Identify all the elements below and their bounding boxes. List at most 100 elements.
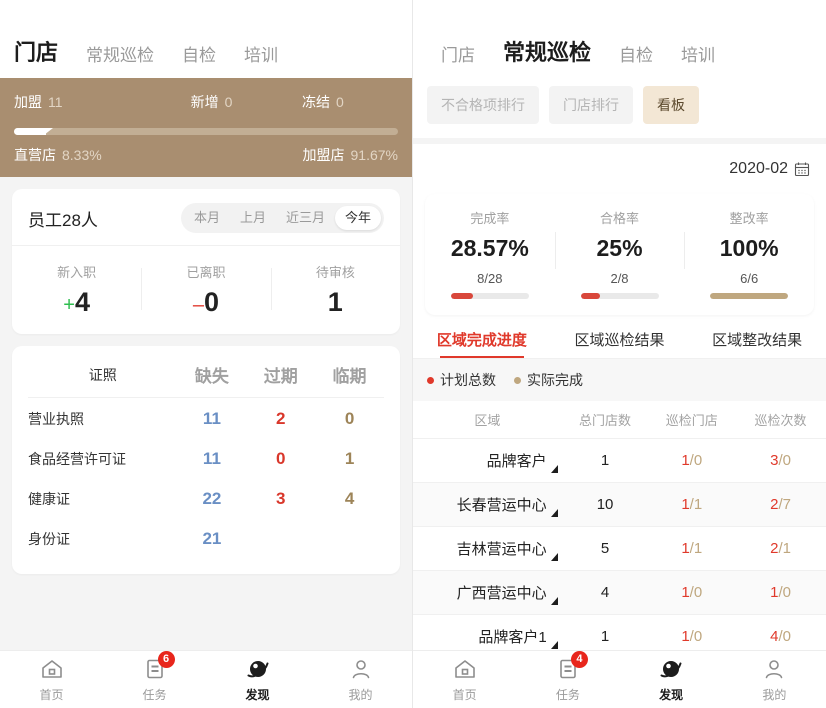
inspected-stores-planned: 1 [681,496,689,513]
region-name: 长春营运中心 [457,494,547,515]
expand-triangle-icon[interactable] [551,465,558,473]
banner-stat-new-value: 0 [225,94,233,110]
expand-triangle-icon[interactable] [551,509,558,517]
table-row[interactable]: 品牌客户 1 1/0 3/0 [413,438,826,482]
left-tab-routine-inspection[interactable]: 常规巡检 [72,47,168,64]
cert-missing-value: 11 [178,449,247,469]
table-row[interactable]: 健康证 22 3 4 [28,478,384,518]
left-tab-training[interactable]: 培训 [230,47,292,64]
subtab-region-rectification-result[interactable]: 区域整改结果 [688,329,826,358]
cert-near-value: 1 [315,449,384,469]
banner-stat-franchise-label: 加盟 [14,92,42,112]
right-tab-store[interactable]: 门店 [427,47,489,64]
date-picker[interactable]: 2020-02 [413,144,826,190]
right-tab-self-inspection[interactable]: 自检 [605,47,667,64]
range-option-this-month[interactable]: 本月 [184,206,230,230]
expand-triangle-icon[interactable] [551,597,558,605]
nav-label-task: 任务 [142,686,166,703]
cert-expired-value: 0 [246,449,315,469]
metric-pass-value: 25% [555,237,685,260]
table-row[interactable]: 广西营运中心 4 1/0 1/0 [413,570,826,614]
nav-item-task[interactable]: 6 任务 [103,657,206,703]
cert-col-expired: 过期 [246,362,315,387]
chip-unqualified-ranking[interactable]: 不合格项排行 [427,86,539,124]
legend-dot-actual-icon [514,377,521,384]
total-stores-cell: 10 [562,496,649,513]
cert-missing-value: 22 [178,489,247,509]
range-option-this-year[interactable]: 今年 [335,206,381,230]
cert-near-value: 4 [315,489,384,509]
inspection-times-cell: 4/0 [735,628,826,645]
subtab-region-inspection-result[interactable]: 区域巡检结果 [551,329,689,358]
calendar-icon[interactable] [794,161,810,177]
legend-label-actual: 实际完成 [527,370,583,390]
col-total-stores: 总门店数 [562,410,649,429]
table-row[interactable]: 食品经营许可证 11 0 1 [28,438,384,478]
employee-stats-row: 新入职 +4 已离职 –0 待审核 1 [12,246,400,334]
table-row[interactable]: 吉林营运中心 5 1/1 2/1 [413,526,826,570]
cert-name: 身份证 [28,529,178,549]
chip-dashboard[interactable]: 看板 [643,86,699,124]
range-option-last-three-months[interactable]: 近三月 [276,206,335,230]
region-cell: 长春营运中心 [413,494,562,515]
metric-pass-rate: 合格率 25% 2/8 [555,208,685,299]
expand-triangle-icon[interactable] [551,641,558,649]
cert-col-name: 证照 [28,365,178,385]
metric-pass-fraction: 2/8 [555,271,685,286]
chip-store-ranking[interactable]: 门店排行 [549,86,633,124]
region-cell: 品牌客户 [413,450,562,471]
home-icon [452,657,478,681]
inspected-stores-cell: 1/1 [648,540,735,557]
employee-card: 员工28人 本月 上月 近三月 今年 新入职 +4 已离职 –0 [12,189,400,334]
metric-rectification-rate: 整改率 100% 6/6 [684,208,814,299]
expand-triangle-icon[interactable] [551,553,558,561]
task-badge: 4 [571,651,588,668]
col-inspected-stores: 巡检门店 [648,410,735,429]
col-inspection-times: 巡检次数 [735,410,826,429]
inspected-stores-planned: 1 [681,452,689,469]
right-tab-routine-inspection[interactable]: 常规巡检 [489,42,605,64]
nav-item-discover[interactable]: 发现 [206,657,309,703]
certificate-table: 证照 缺失 过期 临期 营业执照 11 2 0 食品经营许可证 11 [12,346,400,574]
inspected-stores-actual: 0 [694,584,702,601]
table-row[interactable]: 长春营运中心 10 1/1 2/7 [413,482,826,526]
left-tab-store[interactable]: 门店 [14,42,72,64]
total-stores-cell: 1 [562,452,649,469]
banner-stat-franchise: 加盟 11 [14,92,191,112]
region-cell: 吉林营运中心 [413,538,562,559]
nav-label-discover: 发现 [659,686,683,703]
subtab-region-progress[interactable]: 区域完成进度 [413,329,551,358]
task-icon: 4 [555,657,581,681]
banner-stats-row: 加盟 11 新增 0 冻结 0 [14,92,398,112]
franchise-store-value: 91.67% [351,147,398,163]
nav-item-profile[interactable]: 我的 [723,657,826,703]
region-table-header: 区域 总门店数 巡检门店 巡检次数 [413,401,826,438]
employee-range-segmented-control[interactable]: 本月 上月 近三月 今年 [181,203,384,233]
franchise-store-ratio: 加盟店 91.67% [303,145,398,165]
employee-new-hire-number: 4 [75,287,90,317]
table-row[interactable]: 营业执照 11 2 0 [28,398,384,438]
nav-item-home[interactable]: 首页 [413,657,516,703]
left-tab-self-inspection[interactable]: 自检 [168,47,230,64]
nav-item-profile[interactable]: 我的 [309,657,412,703]
right-bottom-nav: 首页 4 任务 [413,650,826,708]
nav-item-discover[interactable]: 发现 [620,657,723,703]
employee-stat-new-hire-value: +4 [12,289,141,316]
profile-icon [761,657,787,681]
range-option-last-month[interactable]: 上月 [230,206,276,230]
metric-completion-rate: 完成率 28.57% 8/28 [425,208,555,299]
right-tab-training[interactable]: 培训 [667,47,729,64]
table-row[interactable]: 身份证 21 [28,518,384,558]
inspection-times-actual: 0 [783,452,791,469]
plus-sign-icon: + [63,294,75,316]
inspected-stores-actual: 1 [694,540,702,557]
banner-ratio-row: 直营店 8.33% 加盟店 91.67% [14,145,398,165]
nav-item-home[interactable]: 首页 [0,657,103,703]
banner-stat-frozen-value: 0 [336,94,344,110]
metric-rectification-value: 100% [684,237,814,260]
nav-item-task[interactable]: 4 任务 [516,657,619,703]
inspected-stores-cell: 1/0 [648,584,735,601]
total-stores-cell: 5 [562,540,649,557]
inspected-stores-cell: 1/1 [648,496,735,513]
employee-count-title: 员工28人 [28,206,98,231]
